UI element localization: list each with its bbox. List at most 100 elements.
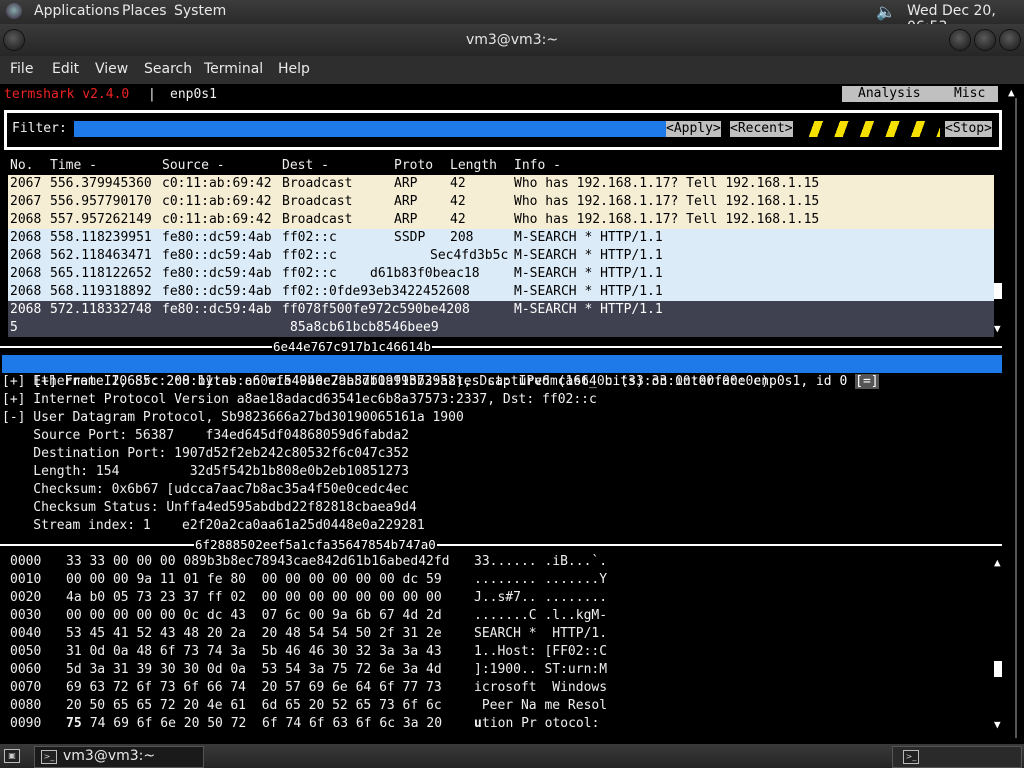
packet-cell-dst: ff02::c	[282, 248, 337, 263]
maximize-button[interactable]	[975, 30, 995, 50]
detail-line[interactable]: Length: 154 32d5f542b1b808e0b2eb10851273	[2, 463, 409, 481]
divider-top[interactable]	[0, 346, 1002, 348]
speaker-icon[interactable]: 🔈	[876, 2, 896, 22]
packet-cell-dst: Broadcast	[282, 212, 353, 227]
hex-row[interactable]: 0020 4a b0 05 73 23 37 ff 02 00 00 00 00 …	[0, 589, 1000, 607]
packet-row[interactable]: 2068 572.118332748 fe80::dc59:4ab ff078f500…	[8, 301, 994, 319]
hex-cursor-byte[interactable]: 75	[66, 715, 82, 733]
menu-search[interactable]: Search	[144, 61, 192, 77]
packet-cell-len: 208	[450, 230, 474, 245]
detail-line[interactable]: [-] User Datagram Protocol, Sb9823666a27…	[2, 409, 464, 427]
scroll-down-icon[interactable]: ▼	[994, 322, 1001, 335]
gnome-foot-icon[interactable]	[6, 3, 22, 19]
ascii-text: J..s#7.. ........	[474, 590, 608, 605]
menu-applications[interactable]: Applications	[34, 3, 120, 19]
close-button[interactable]	[1000, 30, 1020, 50]
packet-cell-info: M-SEARCH * HTTP/1.1	[514, 302, 663, 317]
show-desktop-icon[interactable]: ▣	[4, 749, 20, 763]
col-proto[interactable]: Proto	[394, 157, 433, 175]
packet-row[interactable]: 2068 562.118463471 fe80::dc59:4ab ff02::c Se…	[8, 247, 994, 265]
packet-row[interactable]: 2068 557.957262149 c0:11:ab:69:42 Broadcast…	[8, 211, 994, 229]
menu-places[interactable]: Places	[122, 3, 167, 19]
hex-row[interactable]: 0080 20 50 65 65 72 20 4e 61 6d 65 20 52 …	[0, 697, 1000, 715]
apply-button[interactable]: <Apply>	[666, 121, 721, 137]
hex-bytes: 74 69 6f 6e 20 50 72 6f 74 6f 63 6f 6c 3…	[82, 716, 443, 731]
menu-help[interactable]: Help	[278, 61, 310, 77]
packet-cell-info: M-SEARCH * HTTP/1.1	[514, 230, 663, 245]
menu-view[interactable]: View	[95, 61, 128, 77]
packet-cell-len: 42	[450, 176, 466, 191]
hex-scroll-up-icon[interactable]: ▲	[994, 556, 1001, 569]
filter-input[interactable]	[74, 121, 666, 137]
detail-line[interactable]: [+] Internet Protocol Version a8ae18adac…	[2, 391, 597, 409]
tab-analysis[interactable]: Analysis	[858, 86, 921, 102]
col-source[interactable]: Source -	[162, 157, 225, 175]
hex-row[interactable]: 0010 00 00 00 9a 11 01 fe 80 00 00 00 00 …	[0, 571, 1000, 589]
packet-cell-src: fe80::dc59:4ab	[162, 248, 272, 263]
col-time[interactable]: Time -	[50, 157, 97, 175]
stop-button[interactable]: <Stop>	[945, 121, 992, 137]
packet-cell-no: 2068	[10, 302, 42, 317]
packet-cell-info: M-SEARCH * HTTP/1.1	[514, 248, 663, 263]
detail-line[interactable]: Stream index: 1 e2f20a2ca0aa61a25d0448e0…	[2, 517, 424, 535]
detail-line[interactable]: Destination Port: 1907d52f2eb242c80532f6…	[2, 445, 409, 463]
tab-misc[interactable]: Misc	[954, 86, 985, 102]
hex-bytes: 69 63 72 6f 73 6f 66 74 20 57 69 6e 64 6…	[66, 680, 442, 695]
taskbar-window-button[interactable]: >_ vm3@vm3:~	[34, 746, 204, 768]
menu-edit[interactable]: Edit	[52, 61, 79, 77]
outer-scrollbar-track[interactable]	[1015, 98, 1017, 738]
ascii-cursor-char[interactable]: u	[474, 715, 482, 733]
minimize-button[interactable]	[950, 30, 970, 50]
ascii-text: 33...... .iB...`.	[474, 554, 608, 569]
capture-progress-stripes	[806, 121, 940, 137]
col-no[interactable]: No.	[10, 157, 33, 175]
terminal-area[interactable]: termshark v2.4.0 | enp0s1 Analysis Misc …	[0, 84, 1024, 744]
packet-list-scroll-thumb[interactable]	[994, 283, 1002, 299]
packet-cell-time: 557.957262149	[50, 212, 152, 227]
divider-bottom-label: 6f2888502eef5a1cfa35647854b747a0	[194, 537, 437, 552]
packet-cell-src: fe80::dc59:4ab	[162, 266, 272, 281]
menu-file[interactable]: File	[10, 61, 33, 77]
packet-row[interactable]: 2068 568.119318892 fe80::dc59:4ab ff02::0fd…	[8, 283, 994, 301]
hex-row[interactable]: 0030 00 00 00 00 00 0c dc 43 07 6c 00 9a …	[0, 607, 1000, 625]
hex-offset: 0040	[10, 626, 42, 641]
packet-cell-no: 2067	[10, 176, 42, 191]
filter-label: Filter:	[12, 121, 67, 136]
packet-cell-proto: d61b83f0beac18	[370, 266, 480, 281]
scroll-up-icon[interactable]: ▲	[1008, 86, 1015, 99]
col-dest[interactable]: Dest -	[282, 157, 329, 175]
hex-row[interactable]: 0040 53 45 41 52 43 48 20 2a 20 48 54 54 …	[0, 625, 1000, 643]
detail-line[interactable]: Checksum: 0x6b67 [udcca7aac7b8ac35a4f50e…	[2, 481, 409, 499]
col-length[interactable]: Length	[450, 157, 497, 175]
hex-offset: 0030	[10, 608, 42, 623]
hex-scroll-thumb[interactable]	[994, 661, 1002, 677]
detail-line[interactable]: Source Port: 56387 f34ed645df04868059d6f…	[2, 427, 409, 445]
ascii-text: tion Pr otocol:	[482, 716, 600, 731]
packet-row[interactable]: 2068 565.118122652 fe80::dc59:4ab ff02::c d6…	[8, 265, 994, 283]
hex-row[interactable]: 0000 33 33 00 00 00 089b3b8ec78943cae842d…	[0, 553, 1000, 571]
packet-cell-time: 556.957790170	[50, 194, 152, 209]
hex-row[interactable]: 0060 5d 3a 31 39 30 30 0d 0a 53 54 3a 75 …	[0, 661, 1000, 679]
col-info[interactable]: Info -	[514, 157, 561, 175]
packet-row-wrap[interactable]: 5 85a8cb61bcb8546bee9	[8, 319, 994, 337]
detail-line[interactable]: [+] Ethernet II, Src: c0:11:ab:a60afe404…	[2, 373, 769, 391]
packet-row[interactable]: 2067 556.379945360 c0:11:ab:69:42 Broadcast…	[8, 175, 994, 193]
hex-row[interactable]: 0050 31 0d 0a 48 6f 73 74 3a 5b 46 46 30 …	[0, 643, 1000, 661]
packet-row[interactable]: 2067 556.957790170 c0:11:ab:69:42 Broadcast…	[8, 193, 994, 211]
packet-cell-time: 556.379945360	[50, 176, 152, 191]
top-panel: Applications Places System 🔈 Wed Dec 20,…	[0, 0, 1024, 35]
workspace-switcher[interactable]: >_	[892, 746, 1022, 768]
hex-scroll-down-icon[interactable]: ▼	[994, 718, 1001, 731]
recent-button[interactable]: <Recent>	[730, 121, 793, 137]
packet-row[interactable]: 2068 558.118239951 fe80::dc59:4ab ff02::c SS…	[8, 229, 994, 247]
hex-row[interactable]: 0070 69 63 72 6f 73 6f 66 74 20 57 69 6e …	[0, 679, 1000, 697]
packet-cell-dst: ff078f500fe972c590be4208	[282, 302, 470, 317]
divider-bottom[interactable]	[0, 544, 1002, 546]
menu-system[interactable]: System	[174, 3, 226, 19]
detail-line[interactable]: Checksum Status: Unffa4ed595abdbd22f8281…	[2, 499, 417, 517]
menu-terminal[interactable]: Terminal	[204, 61, 263, 77]
packet-cell-info: Who has 192.168.1.17? Tell 192.168.1.15	[514, 194, 820, 209]
detail-frame-row[interactable]: [+] Frame 20685: 208 bytes on wi549b0c7a…	[2, 355, 1002, 389]
hex-row-last[interactable]: 0090 75 74 69 6f 6e 20 50 72 6f 74 6f 63…	[0, 715, 1000, 733]
hex-bytes: 00 00 00 9a 11 01 fe 80 00 00 00 00 00 0…	[66, 572, 442, 587]
